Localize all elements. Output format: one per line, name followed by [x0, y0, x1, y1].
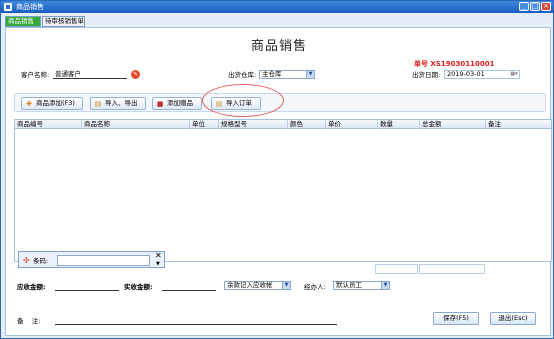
barcode-scan-box: ✣ 条码: ✕ ▼: [18, 251, 165, 268]
remark-label: 备 注:: [17, 317, 41, 325]
tab-sales[interactable]: 商品销售: [5, 16, 41, 27]
exit-button[interactable]: 退出(Esc): [490, 312, 536, 325]
add-gift-button[interactable]: ■ 添加赠品: [152, 97, 202, 110]
highlight-circle: [202, 84, 284, 117]
received-label: 实收金额:: [124, 283, 153, 291]
add-product-button[interactable]: ✚ 商品添加(F3): [21, 97, 83, 110]
page-title: 商品销售: [250, 39, 307, 54]
product-table[interactable]: 商品编号 商品名称 单位 规格型号 颜色 单价 数量 总金额 备注: [14, 119, 552, 262]
chevron-down-icon[interactable]: ▼: [156, 261, 160, 267]
column-header[interactable]: 备注: [485, 120, 501, 129]
plus-icon: ✚: [26, 100, 32, 108]
table-header: 商品编号 商品名称 单位 规格型号 颜色 单价 数量 总金额 备注: [15, 120, 551, 129]
app-icon: [4, 3, 12, 11]
add-product-label: 商品添加(F3): [36, 99, 75, 107]
add-gift-label: 添加赠品: [167, 99, 193, 107]
chevron-down-icon: ▼: [306, 71, 314, 78]
sum-qty-cell: [375, 264, 418, 274]
close-button[interactable]: ×: [541, 2, 551, 11]
column-header[interactable]: 数量: [377, 120, 393, 129]
column-header[interactable]: 规格型号: [218, 120, 247, 129]
import-export-label: 导入、导出: [105, 99, 138, 107]
import-icon: ▤: [94, 100, 102, 108]
chevron-down-icon: ▼: [282, 282, 290, 289]
customer-field[interactable]: 普通客户: [53, 70, 127, 79]
gift-icon: ■: [156, 100, 164, 108]
warehouse-value: 主仓库: [262, 70, 282, 78]
order-number: 单号 XS19030110001: [414, 60, 495, 68]
handler-label: 经办人:: [304, 283, 326, 291]
sum-amount-cell: [419, 264, 485, 274]
tab-pending-review[interactable]: 待审核销售单: [42, 16, 85, 27]
received-field[interactable]: [162, 282, 216, 291]
warehouse-select[interactable]: 主仓库 ▼: [259, 70, 315, 79]
column-header[interactable]: 颜色: [287, 120, 303, 129]
window-title: 商品销售: [16, 3, 44, 11]
date-label: 出货日期:: [412, 71, 441, 79]
column-header[interactable]: 单价: [325, 120, 341, 129]
customer-label: 客户名称:: [21, 71, 50, 79]
clear-customer-icon[interactable]: ✎: [131, 70, 140, 79]
date-picker[interactable]: 2019-03-01 ▦▾: [444, 70, 520, 79]
receivable-label: 应收金额:: [17, 283, 46, 291]
import-export-button[interactable]: ▤ 导入、导出: [90, 97, 146, 110]
column-header[interactable]: 商品编号: [15, 120, 43, 129]
receivable-field[interactable]: [55, 282, 119, 291]
sales-panel: 商品销售 单号 XS19030110001 客户名称: 普通客户 ✎ 出货仓库:…: [5, 27, 552, 336]
column-header[interactable]: 总金额: [419, 120, 442, 129]
title-bar: 商品销售 _ □ ×: [1, 1, 553, 13]
column-header[interactable]: 商品名称: [81, 120, 110, 129]
remark-field[interactable]: [55, 316, 337, 325]
maximize-button[interactable]: □: [530, 2, 540, 11]
column-header[interactable]: 单位: [189, 120, 205, 129]
barcode-label: 条码:: [33, 257, 49, 265]
handler-value: 默认员工: [336, 281, 362, 289]
close-icon[interactable]: ✕: [155, 252, 162, 260]
chevron-down-icon: ▼: [381, 282, 389, 289]
app-window: 商品销售 _ □ × 商品销售 待审核销售单 商品销售 单号 XS1903011…: [0, 0, 554, 339]
arrears-value: 余款记入应收帐: [227, 281, 273, 289]
calendar-icon[interactable]: ▦▾: [509, 71, 519, 78]
handler-select[interactable]: 默认员工 ▼: [333, 281, 390, 290]
date-value: 2019-03-01: [447, 70, 485, 78]
move-icon: ✣: [23, 256, 30, 265]
arrears-select[interactable]: 余款记入应收帐 ▼: [224, 281, 291, 290]
warehouse-label: 出货仓库:: [228, 71, 257, 79]
minimize-button[interactable]: _: [519, 2, 529, 11]
save-button[interactable]: 保存(F5): [433, 312, 479, 325]
barcode-input[interactable]: [57, 255, 150, 266]
